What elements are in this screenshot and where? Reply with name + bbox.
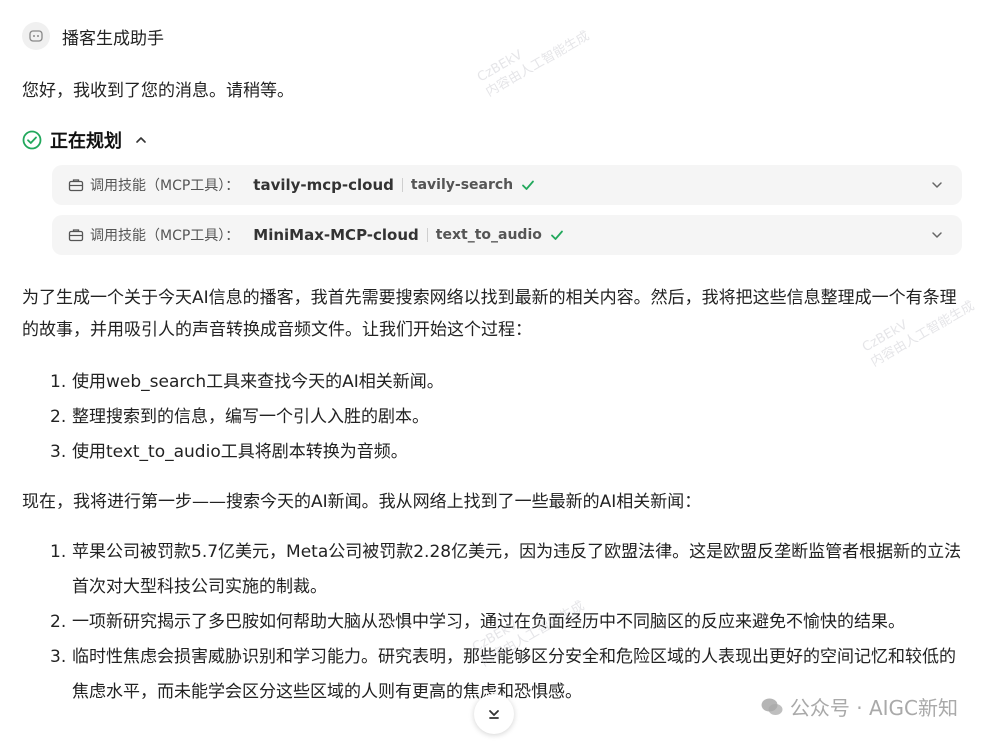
list-number: 3. xyxy=(50,647,67,667)
list-number: 3. xyxy=(50,442,67,462)
chevron-down-icon[interactable] xyxy=(930,228,944,242)
tool-call-label: 调用技能（MCP工具）： xyxy=(90,178,240,194)
scroll-to-bottom-button[interactable] xyxy=(474,694,514,734)
briefcase-icon xyxy=(68,177,84,193)
list-number: 1. xyxy=(50,372,67,392)
tool-call-card[interactable]: 调用技能（MCP工具）： MiniMax-MCP-cloud text_to_a… xyxy=(52,215,962,255)
check-circle-icon xyxy=(22,130,42,150)
planning-section-toggle[interactable]: 正在规划 xyxy=(22,126,148,154)
wechat-icon xyxy=(760,696,784,718)
briefcase-icon xyxy=(68,227,84,243)
list-item: 2. 整理搜索到的信息，编写一个引人入胜的剧本。 xyxy=(50,400,970,435)
intro-paragraph: 为了生成一个关于今天AI信息的播客，我首先需要搜索网络以找到最新的相关内容。然后… xyxy=(22,288,957,340)
brand-text: 公众号 · AIGC新知 xyxy=(789,696,958,720)
watermark-code: CzBEkV xyxy=(474,47,526,86)
mcp-server-name: MiniMax-MCP-cloud xyxy=(253,226,419,244)
list-text: 一项新研究揭示了多巴胺如何帮助大脑从恐惧中学习，通过在负面经历中不同脑区的反应来… xyxy=(72,612,905,632)
list-text: 使用text_to_audio工具将剧本转换为音频。 xyxy=(72,442,408,462)
brand-watermark: 公众号 · AIGC新知 xyxy=(760,692,958,721)
check-icon xyxy=(550,228,564,242)
list-text: 苹果公司被罚款5.7亿美元，Meta公司被罚款2.28亿美元，因为违反了欧盟法律… xyxy=(72,542,962,597)
chat-header: 播客生成助手 xyxy=(22,22,164,50)
steps-list: 1. 使用web_search工具来查找今天的AI相关新闻。 2. 整理搜索到的… xyxy=(50,365,970,470)
watermark-text: 内容由人工智能生成 xyxy=(483,28,593,101)
mcp-server-name: tavily-mcp-cloud xyxy=(253,176,394,194)
list-text: 整理搜索到的信息，编写一个引人入胜的剧本。 xyxy=(72,407,429,427)
tool-call-card[interactable]: 调用技能（MCP工具）： tavily-mcp-cloud tavily-sea… xyxy=(52,165,962,205)
chevron-up-icon[interactable] xyxy=(134,133,148,147)
check-icon xyxy=(521,178,535,192)
divider xyxy=(401,178,403,192)
list-item: 1. 使用web_search工具来查找今天的AI相关新闻。 xyxy=(50,365,970,400)
tool-name: text_to_audio xyxy=(435,227,542,243)
list-number: 2. xyxy=(50,612,67,632)
list-number: 2. xyxy=(50,407,67,427)
chevron-down-icon xyxy=(486,706,502,722)
divider xyxy=(426,228,428,242)
bot-face-icon xyxy=(22,22,50,50)
chevron-down-icon[interactable] xyxy=(930,178,944,192)
list-item: 1. 苹果公司被罚款5.7亿美元，Meta公司被罚款2.28亿美元，因为违反了欧… xyxy=(50,535,962,605)
assistant-name: 播客生成助手 xyxy=(62,28,164,49)
planning-title: 正在规划 xyxy=(50,131,122,152)
tool-name: tavily-search xyxy=(410,177,514,193)
list-item: 3. 使用text_to_audio工具将剧本转换为音频。 xyxy=(50,435,970,470)
list-item: 2. 一项新研究揭示了多巴胺如何帮助大脑从恐惧中学习，通过在负面经历中不同脑区的… xyxy=(50,605,962,640)
list-number: 1. xyxy=(50,542,67,562)
list-text: 使用web_search工具来查找今天的AI相关新闻。 xyxy=(72,372,444,392)
greeting-message: 您好，我收到了您的消息。请稍等。 xyxy=(22,81,294,101)
news-list: 1. 苹果公司被罚款5.7亿美元，Meta公司被罚款2.28亿美元，因为违反了欧… xyxy=(50,535,962,710)
progress-paragraph: 现在，我将进行第一步——搜索今天的AI新闻。我从网络上找到了一些最新的AI相关新… xyxy=(22,492,702,512)
tool-call-label: 调用技能（MCP工具）： xyxy=(90,228,240,244)
ai-watermark: CzBEkV 内容由人工智能生成 xyxy=(474,13,592,101)
